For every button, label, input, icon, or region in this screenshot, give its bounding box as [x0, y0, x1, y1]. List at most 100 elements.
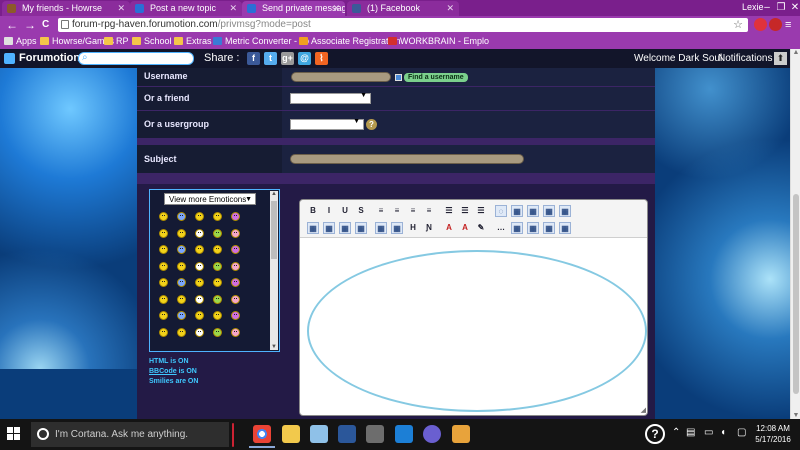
- emoticon-icon[interactable]: [213, 245, 222, 254]
- emoticon-icon[interactable]: [231, 294, 240, 304]
- windows-start-icon[interactable]: [7, 427, 21, 441]
- search-input[interactable]: ⌕: [78, 52, 194, 65]
- network-icon[interactable]: ▤: [686, 427, 695, 438]
- bookmark-metric-converter[interactable]: Metric Converter - co: [213, 35, 309, 48]
- emoticon-icon[interactable]: [195, 228, 204, 238]
- tray-chevron-icon[interactable]: ⌃: [672, 427, 680, 438]
- bookmark-extras[interactable]: Extras: [174, 35, 212, 48]
- emoticon-icon[interactable]: [159, 212, 168, 221]
- word-icon[interactable]: [338, 425, 356, 443]
- emoticon-icon[interactable]: [213, 228, 222, 238]
- menu-icon[interactable]: ≡: [785, 18, 791, 32]
- rss-icon[interactable]: ⌇: [315, 52, 328, 65]
- address-bar[interactable]: forum-rpg-haven.forumotion.com/privmsg?m…: [58, 18, 748, 32]
- cortana-search[interactable]: I'm Cortana. Ask me anything.: [31, 422, 229, 447]
- toolbar-button[interactable]: ☰: [459, 205, 471, 217]
- bbcode-link[interactable]: BBCode: [149, 368, 177, 375]
- notification-center-icon[interactable]: ▢: [737, 427, 746, 438]
- scroll-up-icon[interactable]: ▲: [791, 49, 800, 56]
- bookmark-workbrain[interactable]: WORKBRAIN - Emplo: [388, 35, 489, 48]
- scroll-thumb[interactable]: [793, 194, 799, 394]
- emoticon-icon[interactable]: [159, 228, 168, 238]
- close-icon[interactable]: ✕: [446, 1, 454, 16]
- toolbar-button[interactable]: ▦: [339, 222, 351, 234]
- scroll-thumb[interactable]: [271, 201, 277, 259]
- back-icon[interactable]: ←: [6, 18, 18, 32]
- toolbar-button[interactable]: ✎: [475, 222, 487, 234]
- toolbar-button[interactable]: ◌: [495, 205, 507, 217]
- find-username-icon[interactable]: [395, 74, 402, 81]
- emoticon-icon[interactable]: [177, 294, 186, 304]
- emoticon-icon[interactable]: [177, 311, 186, 320]
- twitter-share-icon[interactable]: t: [264, 52, 277, 65]
- toolbar-button[interactable]: B: [307, 205, 319, 217]
- star-icon[interactable]: ☆: [733, 18, 743, 31]
- toolbar-button[interactable]: I: [323, 205, 335, 217]
- emoticon-icon[interactable]: [159, 278, 168, 287]
- bookmark-rp[interactable]: RP: [104, 35, 129, 48]
- battery-icon[interactable]: ▭: [704, 427, 713, 438]
- find-username-button[interactable]: Find a username: [404, 73, 468, 82]
- toolbar-button[interactable]: ▦: [543, 205, 555, 217]
- toolbar-button[interactable]: U: [339, 205, 351, 217]
- toolbar-button[interactable]: ▦: [527, 205, 539, 217]
- scroll-top-icon[interactable]: ⬆: [774, 52, 787, 65]
- close-icon[interactable]: ✕: [117, 1, 125, 16]
- bookmark-apps[interactable]: Apps: [4, 35, 37, 48]
- emoticon-icon[interactable]: [177, 327, 186, 337]
- bookmark-associate-registration[interactable]: Associate Registration: [299, 35, 401, 48]
- emoticon-icon[interactable]: [195, 212, 204, 221]
- toolbar-button[interactable]: A: [459, 222, 471, 234]
- toolbar-button[interactable]: ▦: [391, 222, 403, 234]
- toolbar-button[interactable]: ▦: [527, 222, 539, 234]
- toolbar-button[interactable]: ▦: [543, 222, 555, 234]
- emoticon-icon[interactable]: [213, 261, 222, 271]
- file-explorer-icon[interactable]: [282, 425, 300, 443]
- toolbar-button[interactable]: ≡: [375, 205, 387, 217]
- emoticon-icon[interactable]: [231, 261, 240, 271]
- forward-icon[interactable]: →: [24, 18, 36, 32]
- emoticon-icon[interactable]: [195, 261, 204, 271]
- emoticon-icon[interactable]: [159, 294, 168, 304]
- emoticon-icon[interactable]: [159, 311, 168, 320]
- toolbar-button[interactable]: ☰: [443, 205, 455, 217]
- toolbar-button[interactable]: ▦: [559, 205, 571, 217]
- toolbar-button[interactable]: A: [443, 222, 455, 234]
- toolbar-button[interactable]: ▦: [559, 222, 571, 234]
- toolbar-button[interactable]: Ɲ: [423, 222, 435, 234]
- emoticon-icon[interactable]: [195, 311, 204, 320]
- emoticon-icon[interactable]: [159, 245, 168, 254]
- tab-facebook[interactable]: (1) Facebook ✕: [347, 1, 459, 16]
- toolbar-button[interactable]: ≡: [407, 205, 419, 217]
- emoticon-icon[interactable]: [213, 278, 222, 287]
- toolbar-button[interactable]: ▦: [511, 205, 523, 217]
- app-icon[interactable]: [423, 425, 441, 443]
- emoticon-icon[interactable]: [195, 278, 204, 287]
- emoticon-icon[interactable]: [231, 212, 240, 221]
- reload-icon[interactable]: C: [42, 18, 49, 32]
- forumotion-logo[interactable]: Forumotion: [4, 52, 80, 64]
- scroll-down-icon[interactable]: ▼: [791, 412, 800, 419]
- close-icon[interactable]: ✕: [229, 1, 237, 16]
- emoticon-icon[interactable]: [231, 245, 240, 254]
- notifications-link[interactable]: Notifications: [718, 53, 772, 64]
- welcome-link[interactable]: Welcome Dark Soul: [634, 53, 722, 64]
- emoticon-icon[interactable]: [195, 245, 204, 254]
- usergroup-select[interactable]: ▼: [290, 118, 364, 130]
- app-icon[interactable]: [452, 425, 470, 443]
- toolbar-button[interactable]: ▦: [375, 222, 387, 234]
- emoticon-icon[interactable]: [159, 327, 168, 337]
- volume-icon[interactable]: ◖: [720, 427, 726, 438]
- extension-icon[interactable]: [754, 18, 767, 31]
- toolbar-button[interactable]: ≡: [423, 205, 435, 217]
- app-icon[interactable]: [395, 425, 413, 443]
- subject-input[interactable]: [290, 154, 524, 164]
- email-share-icon[interactable]: @: [298, 52, 311, 65]
- emoticon-icon[interactable]: [177, 245, 186, 254]
- emoticons-scrollbar[interactable]: ▲ ▼: [270, 191, 278, 350]
- toolbar-button[interactable]: ≡: [391, 205, 403, 217]
- adblock-icon[interactable]: [769, 18, 782, 31]
- google-plus-share-icon[interactable]: g+: [281, 52, 294, 65]
- emoticon-icon[interactable]: [195, 294, 204, 304]
- tab-post-new-topic[interactable]: Post a new topic ✕: [130, 1, 242, 16]
